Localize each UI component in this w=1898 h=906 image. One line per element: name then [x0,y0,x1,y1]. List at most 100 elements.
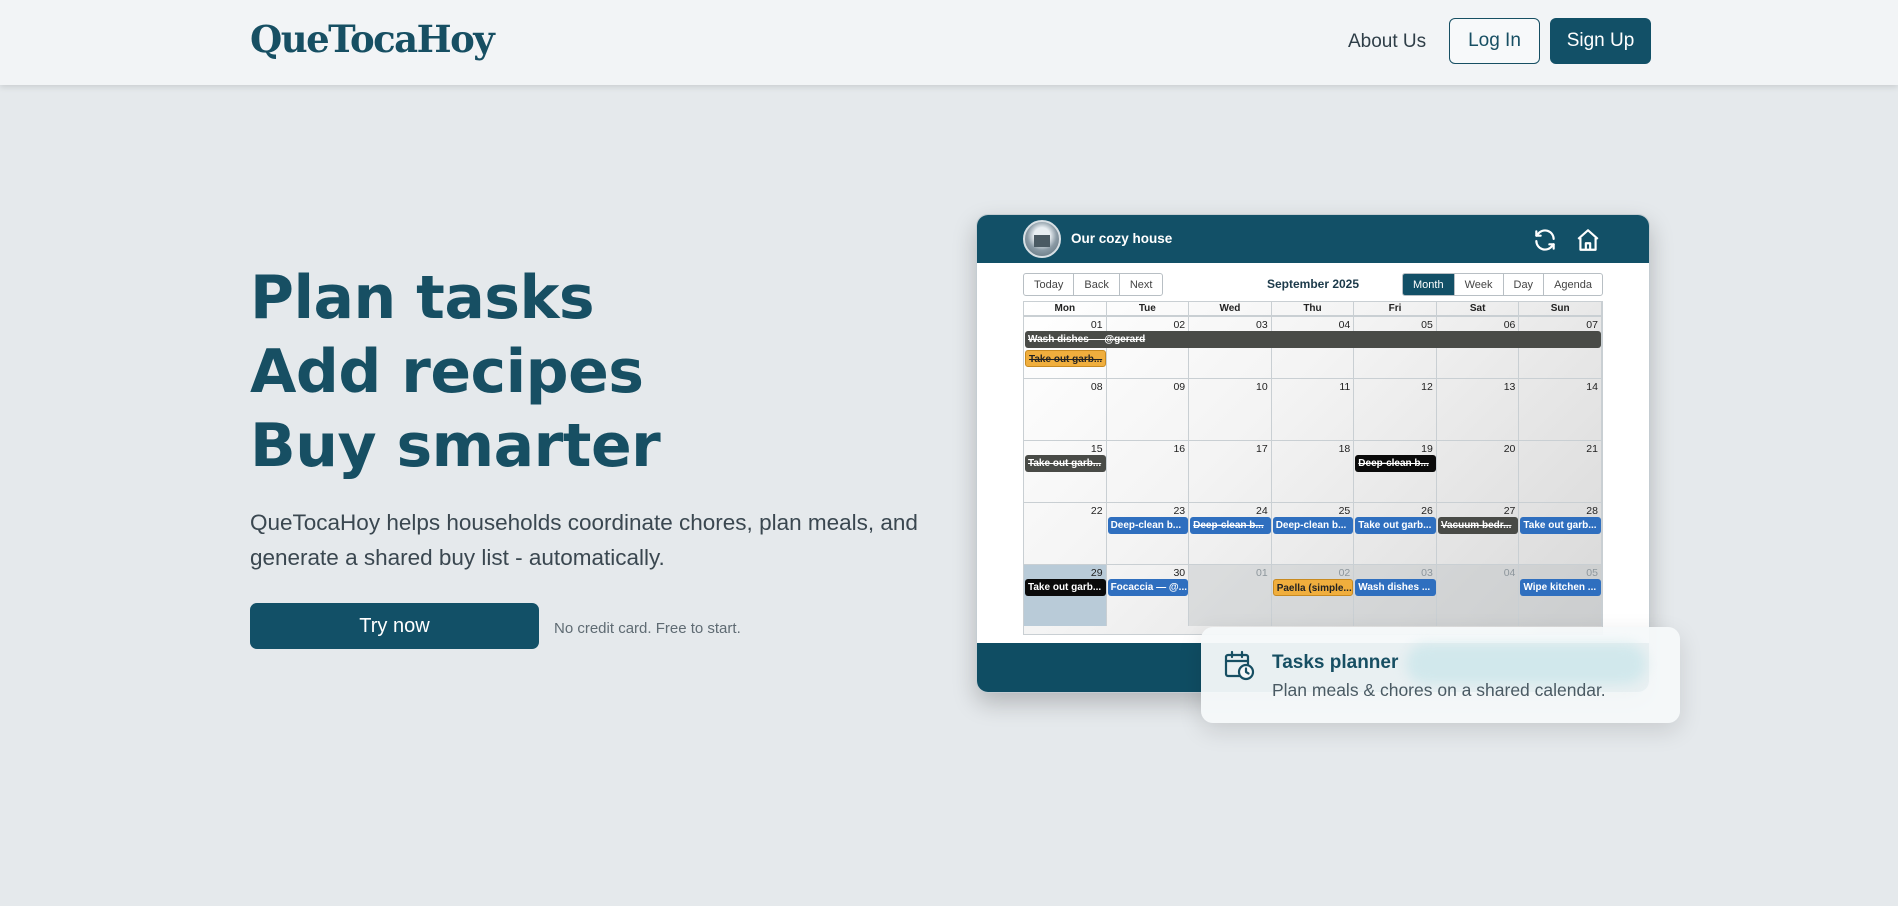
day-number: 05 [1586,567,1598,579]
calendar-event[interactable]: Take out garb... [1025,455,1106,472]
day-number: 11 [1339,381,1351,393]
month-calendar: Today Back Next September 2025 Month Wee… [1023,273,1603,639]
weekday-header: Fri [1354,302,1437,316]
calendar-view-group: Month Week Day Agenda [1402,273,1603,296]
weekday-header: Mon [1024,302,1107,316]
day-number: 10 [1256,381,1268,393]
day-number: 02 [1173,319,1186,331]
weekday-header: Sun [1519,302,1602,316]
day-number: 12 [1421,381,1433,393]
feature-card: Tasks planner Plan meals & chores on a s… [1201,627,1680,723]
day-number: 25 [1338,505,1351,517]
day-number: 01 [1090,319,1103,331]
logo[interactable]: QueTocaHoy [250,17,495,61]
app-header: Our cozy house [977,215,1649,263]
day-number: 30 [1173,567,1186,579]
view-week-button[interactable]: Week [1455,274,1504,295]
day-number: 18 [1338,443,1351,455]
day-number: 04 [1338,319,1351,331]
calendar-event[interactable]: Deep-clean b... [1107,517,1189,534]
day-number: 28 [1586,505,1598,517]
next-button[interactable]: Next [1120,274,1163,295]
house-name: Our cozy house [1071,231,1173,246]
top-navbar: QueTocaHoy About Us Log In Sign Up [0,0,1898,85]
calendar-day-cell[interactable]: 18 [1271,440,1355,502]
day-number: 27 [1503,505,1516,517]
weekday-header: Wed [1189,302,1272,316]
day-number: 17 [1256,443,1268,455]
day-number: 03 [1421,567,1433,579]
calendar-day-cell[interactable]: 12 [1354,378,1437,440]
hero-description: QueTocaHoy helps households coordinate c… [250,510,918,570]
calendar-day-cell[interactable]: 09 [1106,378,1190,440]
feature-card-title: Tasks planner [1272,652,1399,673]
calendar-grid: Mon Tue Wed Thu Fri Sat Sun 01 02 03 04 05 06 07 08 09 1… [1023,301,1603,635]
weekday-header: Thu [1271,302,1355,316]
house-avatar[interactable] [1023,220,1061,258]
refresh-icon[interactable] [1532,227,1558,253]
day-number: 23 [1173,505,1186,517]
calendar-event[interactable]: Paella (simple... [1272,579,1354,596]
day-number: 22 [1090,505,1103,517]
calendar-day-cell[interactable]: 01 [1189,564,1272,626]
calendar-day-cell[interactable]: 08 [1024,378,1107,440]
calendar-day-cell[interactable]: 04 [1436,564,1520,626]
calendar-day-cell[interactable]: 20 [1436,440,1520,502]
day-number: 05 [1421,319,1433,331]
calendar-event[interactable]: Take out garb... [1025,579,1106,596]
calendar-event[interactable]: Wipe kitchen ... [1520,579,1601,596]
day-number: 14 [1586,381,1598,393]
try-now-button[interactable]: Try now [250,603,539,649]
weekday-header: Sat [1436,302,1520,316]
day-number: 09 [1173,381,1186,393]
calendar-day-cell[interactable]: 17 [1189,440,1272,502]
day-number: 06 [1503,319,1516,331]
signup-button[interactable]: Sign Up [1550,18,1651,64]
login-button[interactable]: Log In [1449,18,1540,64]
view-month-button[interactable]: Month [1403,274,1455,295]
day-number: 01 [1256,567,1268,579]
calendar-event[interactable]: Take out garb... [1520,517,1601,534]
calendar-event[interactable]: Take out garb... [1025,350,1106,367]
day-number: 19 [1421,443,1433,455]
day-number: 03 [1256,319,1268,331]
hero-heading-line: Buy smarter [250,411,661,481]
calendar-event[interactable]: Vacuum bedr... [1437,517,1519,534]
day-number: 24 [1256,505,1268,517]
day-number: 26 [1421,505,1433,517]
day-number: 13 [1503,381,1516,393]
calendar-event[interactable]: Deep-clean b... [1272,517,1354,534]
home-icon[interactable] [1575,227,1601,253]
app-preview: Our cozy house Today Back Next September… [976,214,1650,693]
back-button[interactable]: Back [1074,274,1120,295]
hero-heading-line: Add recipes [250,337,644,407]
day-number: 15 [1090,443,1103,455]
calendar-day-cell[interactable]: 16 [1106,440,1190,502]
calendar-event[interactable]: Deep-clean b... [1355,455,1436,472]
calendar-day-cell[interactable]: 11 [1271,378,1355,440]
day-number: 02 [1338,567,1351,579]
calendar-day-cell[interactable]: 10 [1189,378,1272,440]
feature-card-subtitle: Plan meals & chores on a shared calendar… [1272,680,1606,700]
day-number: 07 [1586,319,1598,331]
calendar-event[interactable]: Wash dishes — @gerard [1025,331,1601,348]
day-number: 20 [1503,443,1516,455]
calendar-clock-icon [1224,650,1255,681]
calendar-day-cell[interactable]: 22 [1024,502,1107,564]
day-number: 08 [1090,381,1103,393]
calendar-event[interactable]: Wash dishes ... [1355,579,1436,596]
today-button[interactable]: Today [1024,274,1075,295]
feature-card-glow [1406,644,1646,684]
nav-about-link[interactable]: About Us [1348,31,1426,53]
calendar-day-cell[interactable]: 21 [1519,440,1602,502]
day-number: 29 [1090,567,1103,579]
weekday-header: Tue [1106,302,1190,316]
calendar-day-cell[interactable]: 13 [1436,378,1520,440]
hero-note: No credit card. Free to start. [554,620,741,637]
view-agenda-button[interactable]: Agenda [1544,274,1602,295]
calendar-day-cell[interactable]: 14 [1519,378,1602,440]
calendar-event[interactable]: Focaccia — @... [1107,579,1189,596]
calendar-event[interactable]: Deep-clean b... [1190,517,1271,534]
view-day-button[interactable]: Day [1504,274,1545,295]
calendar-event[interactable]: Take out garb... [1355,517,1436,534]
